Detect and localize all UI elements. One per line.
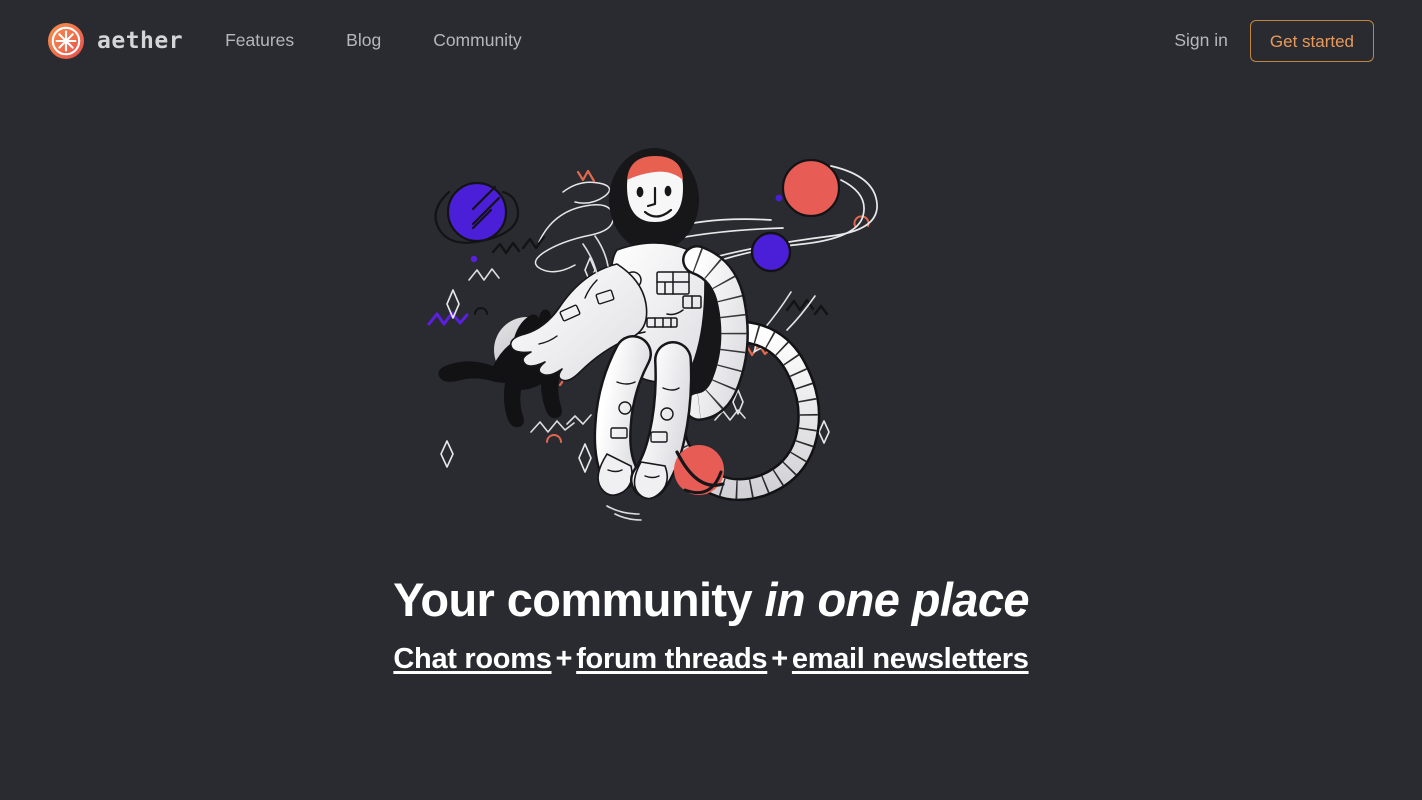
hero-separator-1: + [555, 642, 573, 675]
asterisk-badge-icon [48, 23, 84, 59]
brand-logo-link[interactable]: aether [48, 23, 183, 59]
page-title: Your community in one place [393, 574, 1029, 626]
nav-item-community[interactable]: Community [433, 26, 522, 56]
hero-section: Your community in one place Chat rooms + f… [0, 82, 1422, 676]
hero-link-forum-threads[interactable]: forum threads [576, 643, 767, 675]
sign-in-link[interactable]: Sign in [1174, 32, 1228, 50]
hero-subtitle: Chat rooms + forum threads + email newslette… [393, 642, 1029, 676]
small-purple-planet [750, 231, 792, 273]
small-red-planet [674, 445, 725, 495]
site-header: aether Features Blog Community Sign in G… [0, 0, 1422, 82]
get-started-button[interactable]: Get started [1249, 20, 1374, 62]
hero-title-emphasis: in one place [764, 573, 1029, 626]
hero-link-chat-rooms[interactable]: Chat rooms [393, 643, 551, 675]
nav-item-features[interactable]: Features [225, 26, 294, 56]
nav-item-blog[interactable]: Blog [346, 26, 381, 56]
main-navigation: Features Blog Community [225, 26, 522, 56]
hero-separator-2: + [771, 642, 788, 675]
astronaut [509, 148, 749, 500]
purple-planet [434, 181, 520, 244]
hero-title-primary: Your community [393, 573, 765, 626]
hero-illustration [411, 132, 1011, 532]
hero-link-email-newsletters[interactable]: email newsletters [792, 643, 1029, 675]
header-actions: Sign in Get started [1174, 20, 1374, 62]
brand-name: aether [97, 27, 184, 54]
